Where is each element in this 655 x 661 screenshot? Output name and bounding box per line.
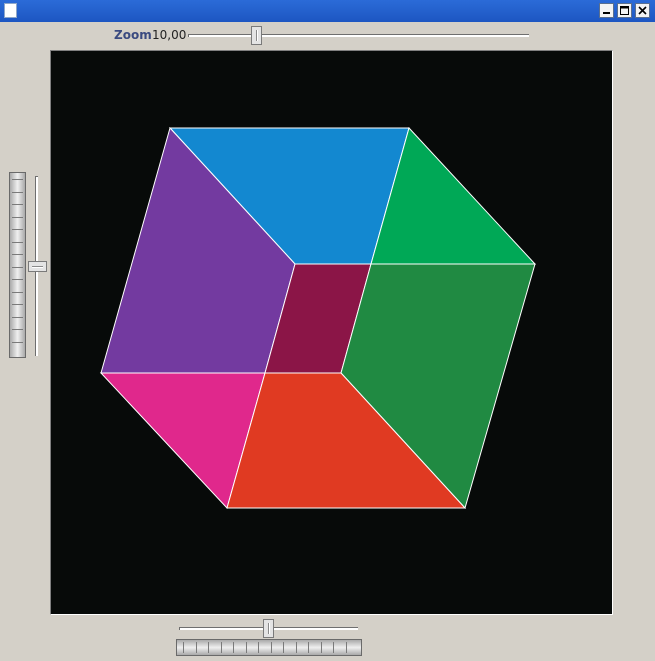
vertical-rotation-slider-thumb[interactable] <box>28 260 47 272</box>
cube-drawing <box>99 127 537 509</box>
title-bar <box>0 0 655 22</box>
blank-document-icon <box>4 3 17 18</box>
dial-notch <box>12 304 23 305</box>
dial-notch <box>195 642 197 653</box>
horizontal-rotation-slider-thumb[interactable] <box>263 619 274 638</box>
dial-notch <box>12 204 23 205</box>
dial-notch <box>270 642 272 653</box>
minimize-button[interactable] <box>599 3 614 18</box>
dial-notch <box>208 642 209 653</box>
dial-notch <box>12 291 23 293</box>
dial-notch <box>12 216 23 218</box>
dial-notch <box>283 642 284 653</box>
dial-notch <box>345 642 347 653</box>
zoom-slider-thumb[interactable] <box>250 26 262 45</box>
zoom-label: Zoom <box>114 28 152 42</box>
dial-notch <box>12 341 23 343</box>
dial-notch <box>308 642 309 653</box>
close-button[interactable] <box>635 3 650 18</box>
dial-notch <box>183 642 184 653</box>
dial-notch <box>258 642 259 653</box>
dial-notch <box>12 266 23 268</box>
close-icon <box>638 6 647 15</box>
maximize-button[interactable] <box>617 3 632 18</box>
horizontal-rotation-dial[interactable] <box>176 639 362 656</box>
dial-notch <box>295 642 297 653</box>
maximize-icon <box>620 6 629 15</box>
vertical-rotation-dial[interactable] <box>9 172 26 358</box>
dial-notch <box>12 316 23 318</box>
dial-notch <box>12 279 23 280</box>
dial-notch <box>12 254 23 255</box>
zoom-value: 10,00 <box>152 28 187 42</box>
dial-notch <box>12 241 23 243</box>
dial-notch <box>245 642 247 653</box>
dial-notch <box>320 642 322 653</box>
dial-notch <box>233 642 234 653</box>
dial-notch <box>220 642 222 653</box>
window-body: Zoom 10,00 <box>4 22 651 661</box>
dial-notch <box>12 229 23 230</box>
dial-notch <box>12 179 23 180</box>
dial-notch <box>12 191 23 193</box>
dial-notch <box>12 329 23 330</box>
minimize-icon <box>603 12 610 14</box>
dial-notch <box>333 642 334 653</box>
render-canvas[interactable] <box>50 50 613 615</box>
zoom-slider-track[interactable] <box>188 34 529 37</box>
